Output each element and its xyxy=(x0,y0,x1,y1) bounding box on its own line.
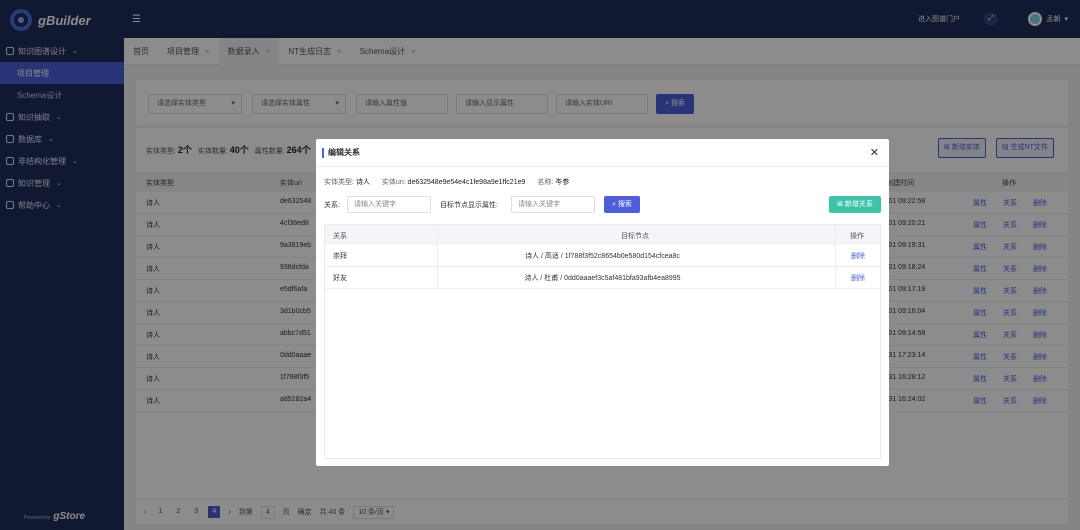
modal-header: 编辑关系 xyxy=(316,139,889,167)
entity-info: 实体类型: 诗人 实体uri: de632548e9e54e4c1fe98a9e… xyxy=(324,179,570,186)
close-icon[interactable]: ✕ xyxy=(870,146,879,159)
relation-table-header: 关系 目标节点 操作 xyxy=(325,225,880,245)
relation-table: 关系 目标节点 操作 崇拜 诗人 / 高适 / 1f788f3f52c8654b0… xyxy=(324,224,881,459)
target-keyword-input[interactable]: 请输入关键字 xyxy=(511,196,595,213)
modal-title: 编辑关系 xyxy=(328,148,360,157)
edit-relation-modal: 编辑关系 ✕ 实体类型: 诗人 实体uri: de632548e9e54e4c1… xyxy=(316,139,889,466)
delete-relation-button[interactable]: 删除 xyxy=(851,273,865,283)
relation-row: 崇拜 诗人 / 高适 / 1f788f3f52c8654b0e580d154cfc… xyxy=(325,245,880,267)
relation-row: 好友 诗人 / 杜甫 / 0dd0aaaef3c5af481bfa93afb4ea… xyxy=(325,267,880,289)
delete-relation-button[interactable]: 删除 xyxy=(851,251,865,261)
relation-keyword-input[interactable]: 请输入关键字 xyxy=(347,196,431,213)
modal-search-button[interactable]: ⌕ 搜索 xyxy=(604,196,640,213)
add-relation-button[interactable]: ⊞ 新增关系 xyxy=(829,196,881,213)
